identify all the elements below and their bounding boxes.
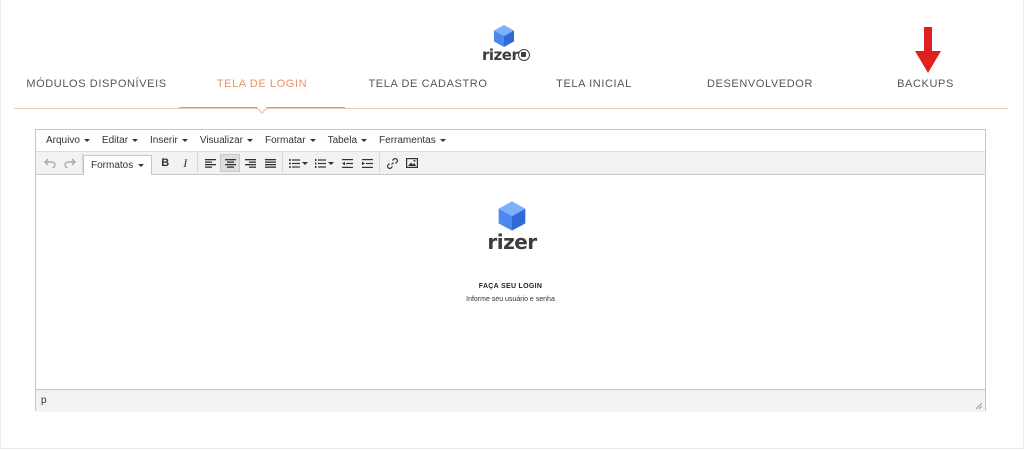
align-right-icon bbox=[244, 158, 256, 168]
element-path[interactable]: p bbox=[41, 395, 47, 406]
editor-statusbar: p bbox=[36, 389, 985, 412]
align-justify-button[interactable] bbox=[260, 154, 280, 172]
style-group: B I bbox=[152, 153, 199, 173]
redo-button[interactable] bbox=[60, 154, 80, 172]
formats-dropdown[interactable]: Formatos bbox=[83, 154, 153, 175]
menu-editar[interactable]: Editar bbox=[96, 135, 144, 146]
align-center-button[interactable] bbox=[220, 154, 241, 172]
align-left-button[interactable] bbox=[200, 154, 220, 172]
editor-menubar: Arquivo Editar Inserir Visualizar Format… bbox=[36, 130, 985, 152]
bold-button[interactable]: B bbox=[155, 154, 175, 172]
chevron-down-icon bbox=[327, 161, 334, 165]
formats-label: Formatos bbox=[91, 159, 134, 171]
login-heading: FAÇA SEU LOGIN bbox=[478, 283, 543, 290]
menu-label: Tabela bbox=[327, 135, 358, 146]
menu-visualizar[interactable]: Visualizar bbox=[194, 135, 259, 146]
chevron-down-icon bbox=[309, 139, 316, 142]
tab-backups[interactable]: BACKUPS bbox=[843, 70, 1008, 107]
chevron-down-icon bbox=[247, 139, 253, 142]
link-button[interactable] bbox=[382, 154, 402, 172]
image-icon bbox=[406, 158, 419, 168]
arrow-down-icon bbox=[915, 27, 941, 73]
indent-button[interactable] bbox=[357, 154, 377, 172]
bullet-list-icon bbox=[288, 158, 300, 168]
menu-label: Editar bbox=[101, 135, 129, 146]
active-tab-caret-inner bbox=[257, 107, 267, 112]
history-group bbox=[38, 153, 83, 173]
menu-label: Inserir bbox=[150, 135, 178, 146]
login-subheading: Informe seu usuário e senha bbox=[466, 296, 555, 303]
list-group bbox=[283, 153, 381, 173]
camera-badge-icon bbox=[518, 49, 530, 61]
align-right-button[interactable] bbox=[240, 154, 260, 172]
tab-tela-inicial[interactable]: TELA INICIAL bbox=[511, 70, 677, 107]
tab-label: BACKUPS bbox=[897, 78, 954, 90]
logo-wordmark: rizer bbox=[482, 46, 519, 64]
logo-wordmark: rizer bbox=[487, 230, 537, 254]
bullet-list-button[interactable] bbox=[285, 154, 311, 172]
tab-label: TELA DE CADASTRO bbox=[368, 78, 488, 90]
menu-label: Ferramentas bbox=[379, 135, 436, 146]
numbered-list-button[interactable] bbox=[311, 154, 337, 172]
rich-text-editor: Arquivo Editar Inserir Visualizar Format… bbox=[35, 129, 986, 412]
outdent-button[interactable] bbox=[337, 154, 357, 172]
outdent-icon bbox=[341, 158, 353, 168]
align-justify-icon bbox=[264, 158, 276, 168]
cube-icon bbox=[494, 25, 514, 47]
editor-content[interactable]: rizer FAÇA SEU LOGIN Informe seu usuário… bbox=[36, 175, 985, 389]
indent-icon bbox=[361, 158, 373, 168]
tab-tela-de-cadastro[interactable]: TELA DE CADASTRO bbox=[345, 70, 511, 107]
tab-label: TELA INICIAL bbox=[556, 78, 632, 90]
align-group bbox=[198, 153, 284, 173]
editor-toolbar: Formatos B I bbox=[36, 152, 985, 175]
chevron-down-icon bbox=[138, 163, 145, 167]
menu-label: Formatar bbox=[265, 135, 306, 146]
chevron-down-icon bbox=[83, 139, 90, 142]
tab-desenvolvedor[interactable]: DESENVOLVEDOR bbox=[677, 70, 843, 107]
chevron-down-icon bbox=[361, 139, 368, 142]
chevron-down-icon bbox=[181, 139, 188, 142]
tab-modulos-disponiveis[interactable]: MÓDULOS DISPONÍVEIS bbox=[14, 70, 179, 107]
numbered-list-icon bbox=[314, 158, 326, 168]
menu-label: Visualizar bbox=[199, 135, 243, 146]
menu-ferramentas[interactable]: Ferramentas bbox=[373, 135, 452, 146]
chevron-down-icon bbox=[439, 139, 446, 142]
content-logo: rizer bbox=[482, 200, 542, 260]
image-button[interactable] bbox=[402, 154, 422, 172]
tab-label: TELA DE LOGIN bbox=[216, 78, 308, 90]
undo-button[interactable] bbox=[40, 154, 60, 172]
tab-tela-de-login[interactable]: TELA DE LOGIN bbox=[179, 70, 345, 114]
cube-icon bbox=[498, 201, 526, 231]
menu-formatar[interactable]: Formatar bbox=[259, 135, 322, 146]
chevron-down-icon bbox=[301, 161, 308, 165]
main-nav: MÓDULOS DISPONÍVEIS TELA DE LOGIN TELA D… bbox=[14, 70, 1008, 114]
tab-label: DESENVOLVEDOR bbox=[706, 78, 813, 90]
menu-label: Arquivo bbox=[46, 135, 80, 146]
resize-handle-icon[interactable] bbox=[976, 403, 982, 409]
chevron-down-icon bbox=[132, 139, 139, 142]
link-icon bbox=[386, 157, 398, 169]
italic-button[interactable]: I bbox=[175, 154, 195, 172]
menu-tabela[interactable]: Tabela bbox=[322, 135, 373, 146]
redo-icon bbox=[64, 158, 76, 168]
undo-icon bbox=[44, 158, 56, 168]
menu-arquivo[interactable]: Arquivo bbox=[40, 135, 96, 146]
tab-label: MÓDULOS DISPONÍVEIS bbox=[26, 78, 167, 90]
menu-inserir[interactable]: Inserir bbox=[144, 135, 194, 146]
align-left-icon bbox=[204, 158, 216, 168]
header-logo[interactable]: rizer bbox=[482, 24, 542, 66]
insert-group bbox=[380, 153, 424, 173]
align-center-icon bbox=[224, 158, 236, 168]
